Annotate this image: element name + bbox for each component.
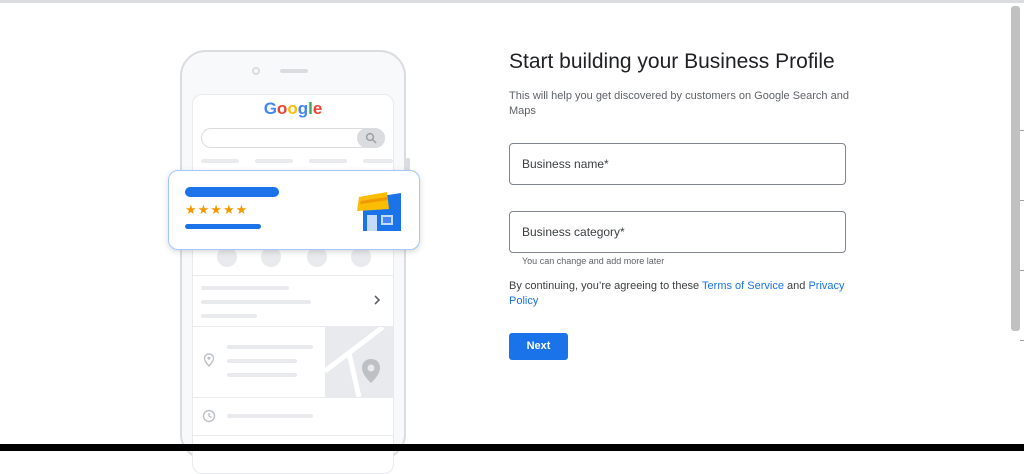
map-graphic <box>325 327 385 397</box>
chevron-right-icon <box>374 295 381 305</box>
placeholder-line <box>227 373 297 377</box>
legal-notice: By continuing, you’re agreeing to these … <box>509 279 854 309</box>
rating-stars: ★★★★★ <box>185 202 249 217</box>
bookmark-icon <box>307 247 327 267</box>
directions-icon <box>261 247 281 267</box>
phone-icon <box>217 247 237 267</box>
logo-letter: o <box>287 99 298 118</box>
placeholder-line <box>255 159 293 163</box>
share-icon <box>351 247 371 267</box>
phone-illustration: Google <box>180 50 410 474</box>
google-logo: Google <box>193 99 393 119</box>
phone-screen: Google <box>192 94 394 474</box>
placeholder-line <box>227 359 297 363</box>
business-category-label: Business category* <box>522 225 625 239</box>
logo-letter: G <box>263 99 277 118</box>
logo-letter: o <box>276 99 288 118</box>
edge-mark <box>1020 130 1024 131</box>
scrollbar-thumb[interactable] <box>1011 6 1020 331</box>
business-name-bar <box>185 187 279 197</box>
clock-icon <box>202 409 216 423</box>
legal-and: and <box>783 280 809 292</box>
next-button[interactable]: Next <box>509 333 568 360</box>
page-subtitle: This will help you get discovered by cus… <box>509 90 849 117</box>
illustration-search-button <box>357 128 385 148</box>
legal-prefix: By continuing, you’re agreeing to these <box>509 280 703 292</box>
search-icon <box>365 132 377 144</box>
edge-mark <box>1020 200 1024 201</box>
placeholder-line <box>201 300 311 304</box>
terms-of-service-link[interactable]: Terms of Service <box>702 280 784 292</box>
phone-speaker <box>280 69 308 73</box>
map-thumbnail <box>325 327 393 397</box>
location-pin-icon <box>203 353 215 367</box>
placeholder-line <box>309 159 347 163</box>
edge-mark <box>1020 340 1024 341</box>
divider <box>193 397 393 398</box>
business-name-field[interactable]: Business name* <box>509 143 846 185</box>
divider <box>193 435 393 436</box>
page-title: Start building your Business Profile <box>509 50 835 73</box>
placeholder-line <box>201 286 289 290</box>
business-name-label: Business name* <box>522 157 609 171</box>
category-helper-text: You can change and add more later <box>522 256 665 266</box>
business-category-field[interactable]: Business category* <box>509 211 846 253</box>
placeholder-line <box>201 159 239 163</box>
placeholder-line <box>201 314 257 318</box>
top-border <box>0 0 1024 3</box>
storefront-icon <box>357 192 401 231</box>
logo-letter: g <box>297 99 309 118</box>
logo-letter: e <box>312 99 323 118</box>
bottom-bar <box>0 444 1024 451</box>
divider <box>193 275 393 276</box>
business-card-illustration: ★★★★★ <box>168 170 420 250</box>
placeholder-line <box>227 345 313 349</box>
placeholder-line <box>227 414 313 418</box>
placeholder-line <box>363 159 393 163</box>
business-detail-bar <box>185 224 261 229</box>
phone-camera <box>252 67 260 75</box>
edge-mark <box>1020 270 1024 271</box>
